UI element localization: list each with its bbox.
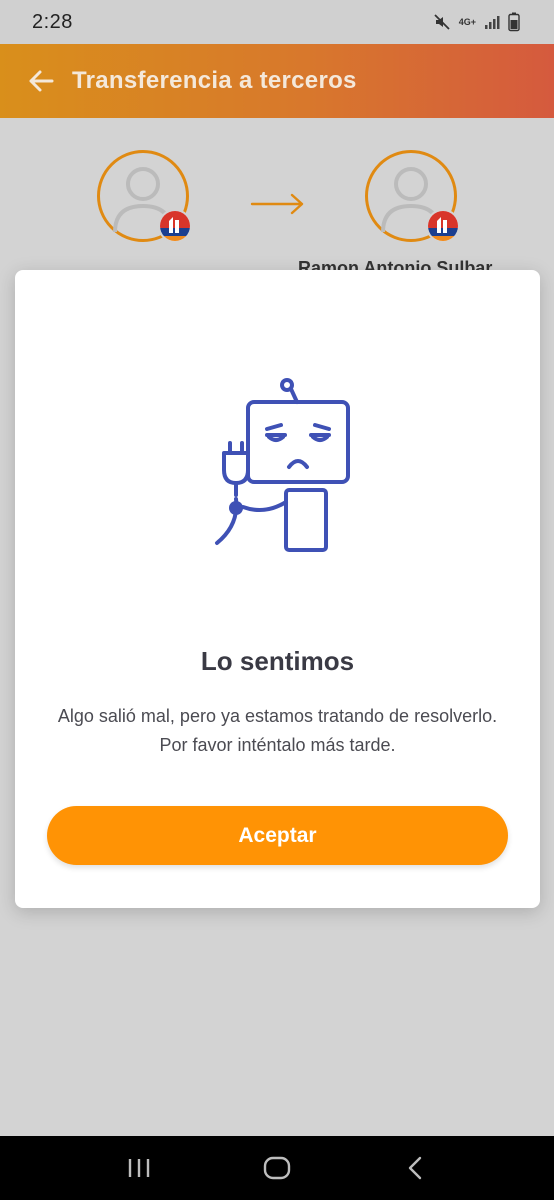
home-button[interactable] [247, 1148, 307, 1188]
recents-icon [128, 1159, 150, 1177]
arrow-right-icon [250, 193, 304, 215]
dialog-title: Lo sentimos [200, 646, 355, 676]
battery-icon [508, 12, 520, 32]
page-title: Transferencia a terceros [72, 67, 357, 94]
dialog-message: Algo salió mal, pero ya estamos tratando… [57, 706, 498, 755]
status-time: 2:28 [32, 10, 73, 33]
arrow-left-icon [29, 70, 54, 92]
bank-logo-icon [426, 209, 460, 243]
back-nav-button[interactable] [385, 1148, 445, 1188]
back-icon [408, 1156, 422, 1180]
bank-logo-icon [158, 209, 192, 243]
accept-button[interactable]: Aceptar [47, 806, 508, 865]
back-button[interactable] [26, 66, 56, 96]
status-icons: 4G+ [433, 12, 520, 32]
origin-avatar [97, 150, 192, 243]
recents-button[interactable] [109, 1148, 169, 1188]
home-icon [263, 1156, 291, 1180]
robot-unplugged-icon [215, 378, 350, 552]
network-type: 4G+ [458, 16, 476, 27]
signal-icon [485, 16, 500, 29]
mute-icon [434, 14, 450, 30]
status-bar: 2:28 4G+ [0, 0, 554, 44]
system-nav-bar [0, 1136, 554, 1200]
app-header: Transferencia a terceros [0, 44, 554, 118]
error-dialog: Lo sentimos Algo salió mal, pero ya esta… [15, 270, 540, 908]
destination-avatar [365, 150, 460, 243]
